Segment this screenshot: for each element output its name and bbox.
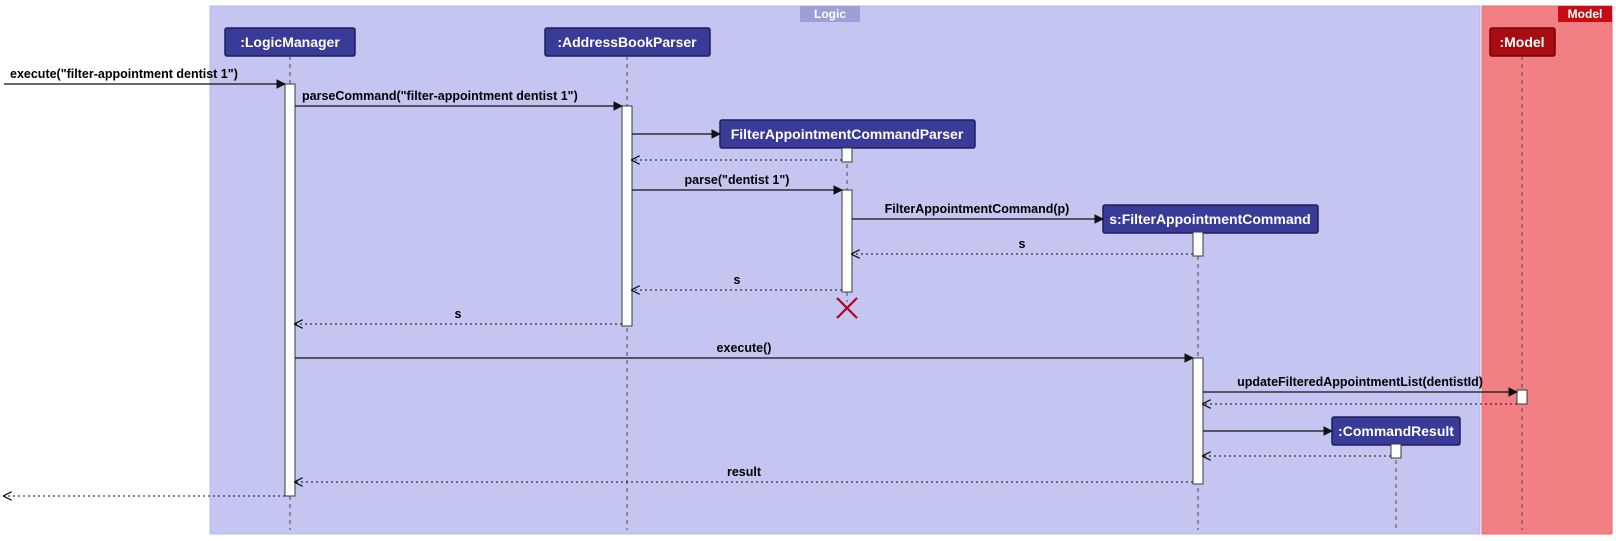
activation-logicmanager [285,84,295,496]
lifeline-header-facp-parser: FilterAppointmentCommandParser [720,120,975,148]
lifeline-header-model: :Model [1490,28,1555,56]
msg-label: execute("filter-appointment dentist 1") [10,67,238,81]
lifeline-label: :CommandResult [1338,423,1454,439]
activation-parser [622,106,632,326]
activation-model [1517,390,1527,404]
msg-label: execute() [717,341,772,355]
msg-label: s [455,307,462,321]
sequence-diagram: Logic Model :LogicManager :AddressBookPa… [0,0,1616,541]
lifeline-header-logicmanager: :LogicManager [225,28,355,56]
lifeline-header-commandresult: :CommandResult [1332,417,1460,445]
lifeline-header-addressbookparser: :AddressBookParser [545,28,710,56]
activation-facp-create [842,148,852,162]
msg-label: parseCommand("filter-appointment dentist… [302,89,578,103]
frame-model: Model [1482,6,1612,534]
lifeline-label: FilterAppointmentCommandParser [731,126,964,142]
lifeline-label: :Model [1499,34,1544,50]
lifeline-label: s:FilterAppointmentCommand [1109,211,1310,227]
activation-commandresult [1391,444,1401,458]
msg-label: result [727,465,762,479]
msg-label: FilterAppointmentCommand(p) [885,202,1070,216]
activation-fac-create [1193,232,1203,256]
activation-fac-exec [1193,358,1203,484]
lifeline-label: :AddressBookParser [557,34,697,50]
frame-model-label: Model [1568,7,1603,21]
msg-label: updateFilteredAppointmentList(dentistId) [1237,375,1483,389]
msg-label: s [1019,237,1026,251]
msg-label: s [734,273,741,287]
frame-logic-label: Logic [814,7,846,21]
msg-label: parse("dentist 1") [685,173,790,187]
lifeline-header-fac-command: s:FilterAppointmentCommand [1103,205,1318,233]
activation-facp-parse [842,190,852,292]
lifeline-label: :LogicManager [240,34,340,50]
